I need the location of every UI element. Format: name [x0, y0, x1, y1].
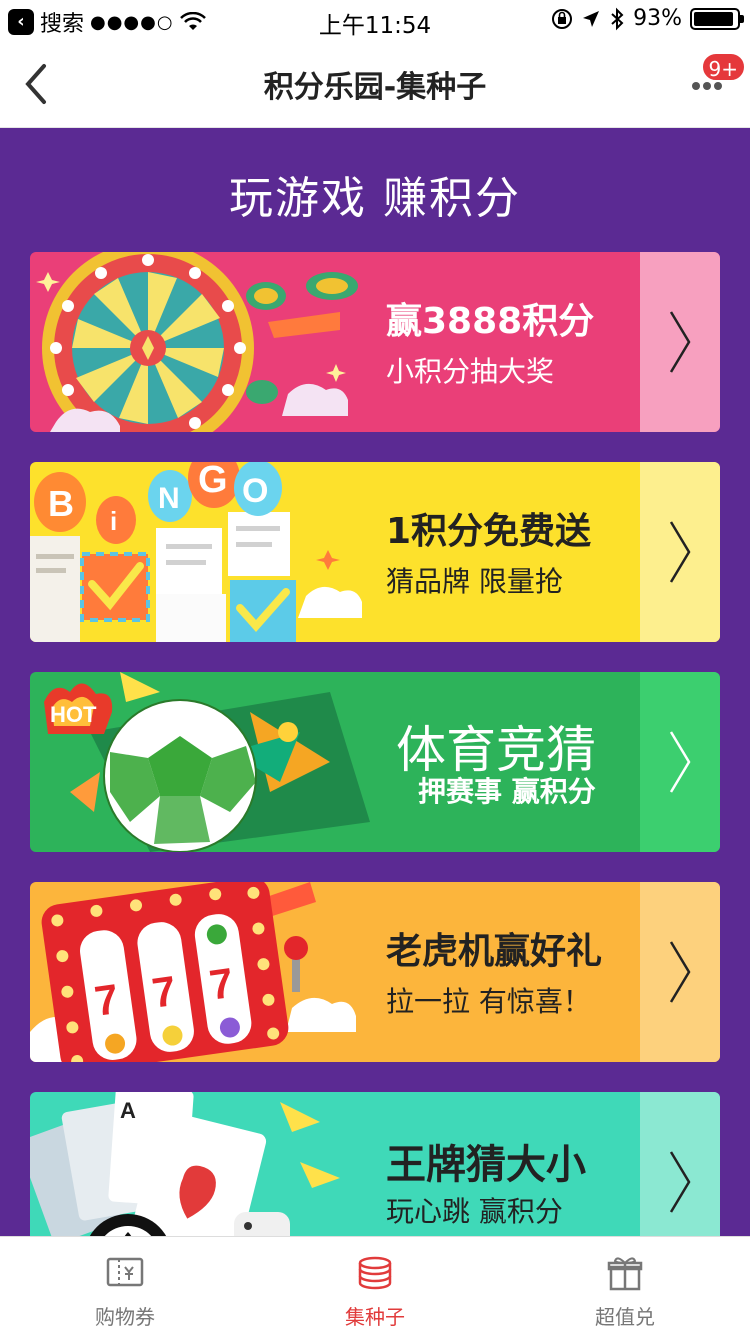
card-text: 老虎机赢好礼 拉一拉 有惊喜！: [380, 882, 640, 1062]
card-subtitle: 拉一拉 有惊喜！: [386, 985, 591, 1018]
card-subtitle: 押赛事 赢积分: [418, 775, 596, 808]
page-title: 积分乐园-集种子: [263, 70, 487, 105]
card-arrow-button[interactable]: [640, 882, 720, 1062]
chevron-right-icon: [669, 521, 691, 583]
headline: 玩游戏 赚积分: [229, 173, 521, 224]
card-subtitle: 小积分抽大奖: [386, 355, 555, 388]
lucky-wheel-illustration: [30, 252, 370, 432]
chevron-right-icon: [669, 941, 691, 1003]
chevron-right-icon: [669, 1151, 691, 1213]
card-arrow-button[interactable]: [640, 672, 720, 852]
tab-coupons[interactable]: 购物券: [0, 1237, 250, 1334]
nav-bar: 积分乐园-集种子 9+: [0, 40, 750, 128]
coin-stack-icon: [358, 1256, 392, 1290]
rotation-lock-icon: [552, 8, 573, 29]
tab-bar: 购物券 集种子 超值兑: [0, 1236, 750, 1334]
gift-icon: [607, 1257, 643, 1291]
card-title: 赢3888积分: [386, 301, 595, 342]
bingo-letter: N: [158, 482, 180, 515]
battery-percent: 93%: [633, 6, 682, 31]
tab-label: 集种子: [345, 1305, 405, 1329]
main-content: 玩游戏 赚积分 赢3888积分 小积分抽大奖 B i N G O 1积分免费送 …: [0, 128, 750, 1236]
game-card-sports-guess[interactable]: HOT 体育竞猜 押赛事 赢积分: [30, 672, 720, 852]
card-text: 赢3888积分 小积分抽大奖: [380, 252, 640, 432]
more-dot: [692, 82, 700, 90]
soccer-illustration: HOT: [30, 672, 420, 852]
card-title: 1积分免费送: [386, 511, 592, 552]
card-title: 王牌猜大小: [386, 1142, 586, 1188]
coupon-icon: [106, 1257, 144, 1287]
game-card-slot-machine[interactable]: 7 7 7 老虎机赢好礼 拉一拉 有惊喜！: [30, 882, 720, 1062]
more-dot: [703, 82, 711, 90]
tab-redeem[interactable]: 超值兑: [500, 1237, 750, 1334]
bingo-letter: B: [48, 483, 74, 524]
battery-fill: [694, 11, 734, 26]
status-bar: ‹ 搜索 ●●●●○ 上午11:54 93%: [0, 0, 750, 40]
hot-badge-label: HOT: [50, 702, 97, 727]
card-title: 老虎机赢好礼: [386, 931, 603, 972]
tab-label: 超值兑: [595, 1305, 655, 1329]
battery-icon: [690, 7, 744, 30]
card-arrow-button[interactable]: [640, 252, 720, 432]
bingo-illustration: B i N G O: [30, 462, 370, 642]
game-card-lucky-wheel[interactable]: 赢3888积分 小积分抽大奖: [30, 252, 720, 432]
bingo-letter: O: [242, 472, 268, 510]
chevron-right-icon: [669, 311, 691, 373]
card-text: 1积分免费送 猜品牌 限量抢: [380, 462, 640, 642]
bingo-letter: G: [198, 462, 228, 501]
card-text: 体育竞猜 押赛事 赢积分: [380, 672, 640, 852]
slot-machine-illustration: 7 7 7: [30, 882, 370, 1062]
status-right: 93%: [551, 6, 744, 31]
card-text: 王牌猜大小 玩心跳 赢积分: [380, 1092, 640, 1236]
card-arrow-button[interactable]: [640, 1092, 720, 1236]
tab-collect-seeds[interactable]: 集种子: [250, 1237, 500, 1334]
game-card-brand-guess[interactable]: B i N G O 1积分免费送 猜品牌 限量抢: [30, 462, 720, 642]
location-icon: [583, 10, 600, 27]
playing-cards-illustration: A: [30, 1092, 370, 1236]
card-arrow-button[interactable]: [640, 462, 720, 642]
chevron-right-icon: [669, 731, 691, 793]
notification-badge: 9+: [700, 52, 746, 82]
card-subtitle: 玩心跳 赢积分: [386, 1195, 563, 1228]
bingo-letter: i: [110, 506, 117, 536]
playing-card-rank: A: [120, 1098, 136, 1123]
game-card-high-low[interactable]: A 王牌猜大小 玩心跳 赢积分: [30, 1092, 720, 1236]
card-subtitle: 猜品牌 限量抢: [386, 565, 563, 598]
bluetooth-icon: [611, 7, 624, 30]
tab-label: 购物券: [95, 1305, 155, 1329]
